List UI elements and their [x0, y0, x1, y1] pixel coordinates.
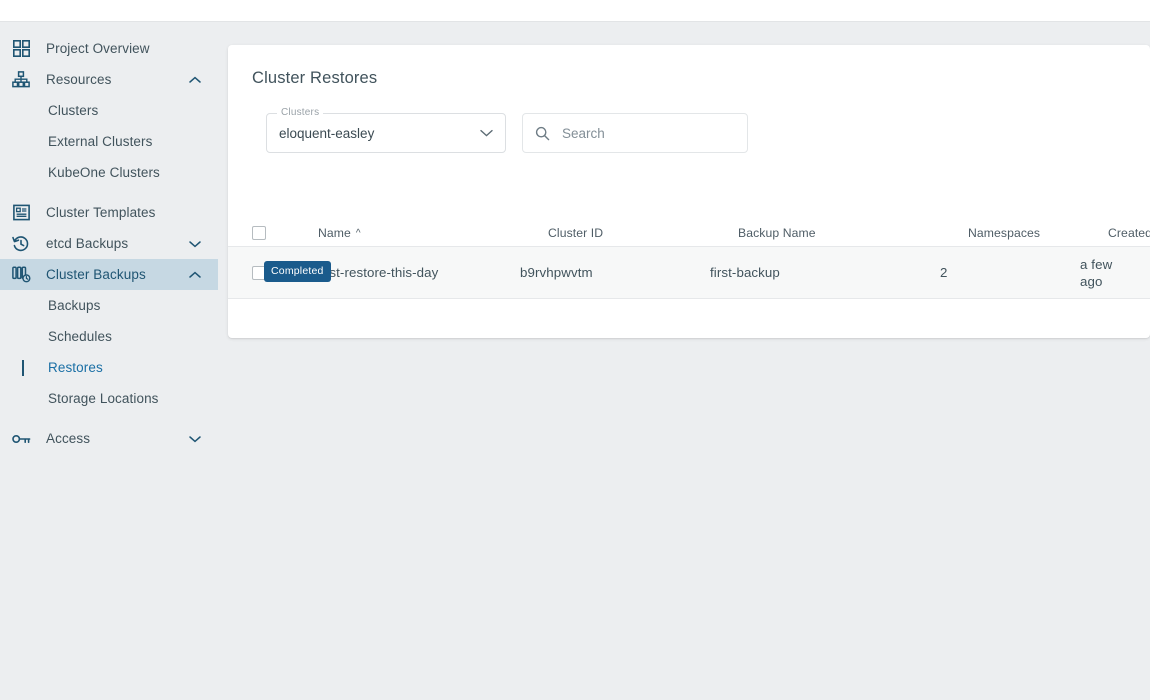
app-root: Project Overview Resources Clusters Exte [0, 0, 1150, 700]
cluster-restores-card: Cluster Restores Clusters eloquent-easle… [228, 45, 1150, 338]
sidebar-spacer [0, 188, 218, 197]
select-all-checkbox-cell [252, 226, 290, 240]
backups-icon [8, 266, 34, 283]
chevron-down-icon[interactable] [479, 126, 493, 140]
sidebar-item-schedules[interactable]: Schedules [0, 321, 218, 352]
sidebar-item-label: Access [46, 431, 184, 446]
sidebar-item-label: Project Overview [46, 41, 218, 56]
sidebar: Project Overview Resources Clusters Exte [0, 23, 218, 700]
cluster-filter-select[interactable]: Clusters eloquent-easley [266, 113, 506, 153]
sidebar-item-label: Schedules [48, 329, 112, 344]
sidebar-item-label: Backups [48, 298, 100, 313]
sidebar-item-resources[interactable]: Resources [0, 64, 218, 95]
restores-table: Name^ Cluster ID Backup Name Namespaces … [228, 219, 1150, 299]
key-icon [8, 433, 34, 445]
sidebar-item-label: Cluster Templates [46, 205, 218, 220]
sidebar-item-external-clusters[interactable]: External Clusters [0, 126, 218, 157]
sidebar-item-label: External Clusters [48, 134, 153, 149]
chevron-up-icon[interactable] [184, 76, 206, 84]
chevron-down-icon[interactable] [184, 435, 206, 443]
select-all-checkbox[interactable] [252, 226, 266, 240]
sidebar-item-cluster-backups[interactable]: Cluster Backups [0, 259, 218, 290]
search-input[interactable] [560, 125, 735, 142]
cell-namespaces: 2 [940, 265, 1080, 280]
cluster-filter-label: Clusters [277, 107, 323, 118]
sidebar-spacer [0, 414, 218, 423]
sidebar-item-label: Cluster Backups [46, 267, 184, 282]
sidebar-item-label: Resources [46, 72, 184, 87]
sidebar-item-label: Storage Locations [48, 391, 159, 406]
sidebar-item-cluster-templates[interactable]: Cluster Templates [0, 197, 218, 228]
search-field[interactable] [522, 113, 748, 153]
cell-created-line1: a few [1080, 256, 1150, 273]
template-icon [8, 204, 34, 221]
sidebar-item-etcd-backups[interactable]: etcd Backups [0, 228, 218, 259]
column-header-backup-name[interactable]: Backup Name [738, 226, 968, 240]
column-header-namespaces[interactable]: Namespaces [968, 226, 1108, 240]
table-header-row: Name^ Cluster ID Backup Name Namespaces … [228, 219, 1150, 247]
sort-caret-icon: ^ [356, 228, 361, 239]
history-icon [8, 235, 34, 253]
sidebar-item-project-overview[interactable]: Project Overview [0, 33, 218, 64]
sidebar-item-label: Restores [48, 360, 103, 375]
chevron-up-icon[interactable] [184, 271, 206, 279]
column-header-created[interactable]: Created [1108, 226, 1150, 240]
sidebar-item-label: Clusters [48, 103, 98, 118]
column-header-name-label: Name [318, 226, 351, 240]
sidebar-item-clusters[interactable]: Clusters [0, 95, 218, 126]
status-tooltip: Completed [264, 261, 331, 282]
top-bar [0, 0, 1150, 22]
cell-created: a few ago [1080, 256, 1150, 290]
grid-icon [8, 40, 34, 57]
sidebar-item-backups[interactable]: Backups [0, 290, 218, 321]
column-header-cluster-id[interactable]: Cluster ID [548, 226, 738, 240]
cluster-filter-value: eloquent-easley [279, 126, 479, 141]
cell-created-line2: ago [1080, 273, 1150, 290]
search-icon [535, 126, 550, 141]
sidebar-item-label: etcd Backups [46, 236, 184, 251]
sidebar-item-kubeone-clusters[interactable]: KubeOne Clusters [0, 157, 218, 188]
page-title: Cluster Restores [252, 69, 377, 88]
sitemap-icon [8, 71, 34, 88]
chevron-down-icon[interactable] [184, 240, 206, 248]
cell-name: first-restore-this-day [318, 265, 520, 280]
sidebar-item-storage-locations[interactable]: Storage Locations [0, 383, 218, 414]
active-indicator [22, 360, 24, 376]
cell-backup-name: first-backup [710, 265, 940, 280]
cell-cluster-id: b9rvhpwvtm [520, 265, 710, 280]
sidebar-item-label: KubeOne Clusters [48, 165, 160, 180]
table-row[interactable]: first-restore-this-day b9rvhpwvtm first-… [228, 247, 1150, 299]
sidebar-item-restores[interactable]: Restores [0, 352, 218, 383]
sidebar-item-access[interactable]: Access [0, 423, 218, 454]
column-header-name[interactable]: Name ^ [318, 226, 548, 240]
